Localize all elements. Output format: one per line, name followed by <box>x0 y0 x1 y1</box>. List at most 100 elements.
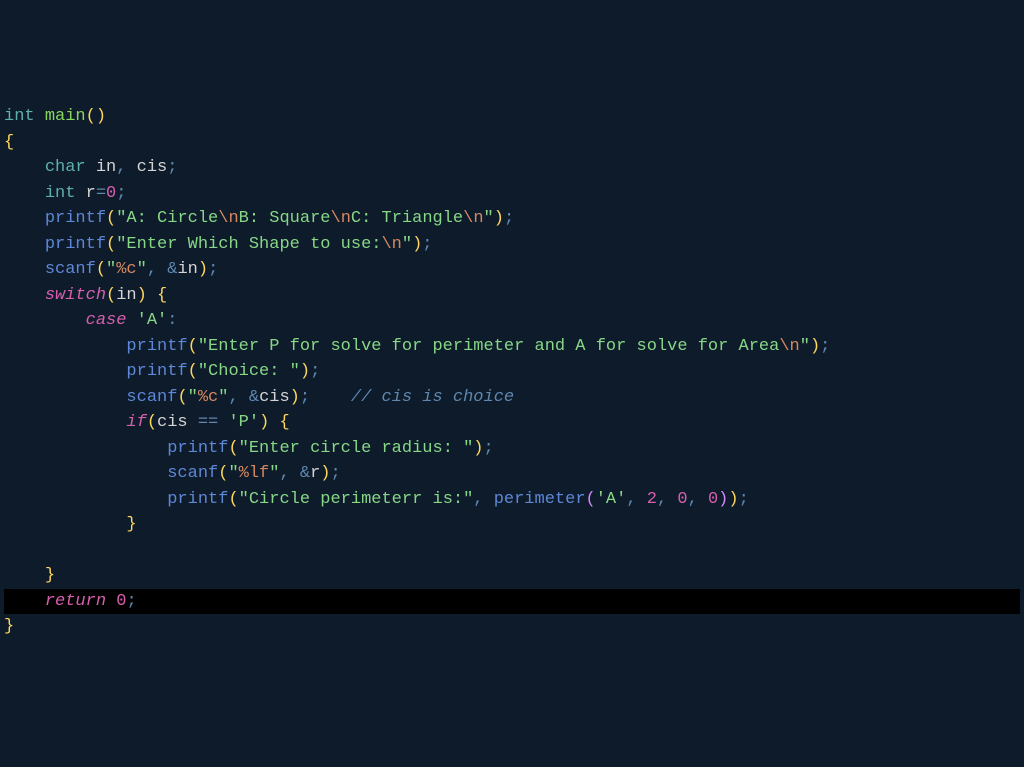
token-punct: ; <box>330 464 340 483</box>
token-punct: ; <box>504 209 514 228</box>
token-ident: in <box>177 260 197 279</box>
token-string: B: Square <box>239 209 331 228</box>
token-string: " <box>218 388 228 407</box>
code-line[interactable]: } <box>4 512 1020 538</box>
token-charlit: 'A' <box>596 490 627 509</box>
token-punct: ; <box>208 260 218 279</box>
token-fn-call: scanf <box>126 388 177 407</box>
code-line[interactable]: scanf("%c", &in); <box>4 257 1020 283</box>
token-paren: ) <box>473 439 483 458</box>
token-brace: { <box>4 133 14 152</box>
token-op: & <box>300 464 310 483</box>
token-paren: ( <box>96 260 106 279</box>
token-punct: , <box>228 388 248 407</box>
token-paren: () <box>86 107 106 126</box>
code-line[interactable]: if(cis == 'P') { <box>4 410 1020 436</box>
code-line[interactable]: switch(in) { <box>4 283 1020 309</box>
token-paren: ( <box>177 388 187 407</box>
token-string: " <box>188 388 198 407</box>
token-brace: } <box>126 515 136 534</box>
token-kw-control: return <box>45 592 106 611</box>
token-string: "Enter P for solve for perimeter and A f… <box>198 337 780 356</box>
code-line[interactable]: return 0; <box>4 589 1020 615</box>
code-line[interactable]: } <box>4 614 1020 640</box>
token-punct: ; <box>484 439 494 458</box>
token-fn-call: printf <box>167 439 228 458</box>
token-punct: : <box>167 311 177 330</box>
token-brace: } <box>4 617 14 636</box>
token-paren: ( <box>106 209 116 228</box>
token-kw-type: char <box>45 158 86 177</box>
token-escape: %c <box>116 260 136 279</box>
token-punct: ; <box>116 184 126 203</box>
token-kw-type: int <box>45 184 76 203</box>
token-ident: cis <box>157 413 188 432</box>
token-kw-type: int <box>4 107 35 126</box>
token-fn-main: main <box>45 107 86 126</box>
code-line[interactable] <box>4 538 1020 564</box>
token-string: "Circle perimeterr is:" <box>239 490 474 509</box>
token-paren: ) <box>412 235 422 254</box>
code-line[interactable]: printf("A: Circle\nB: Square\nC: Triangl… <box>4 206 1020 232</box>
token-paren: ( <box>147 413 157 432</box>
token-charlit: 'A' <box>137 311 168 330</box>
token-fn-call: scanf <box>45 260 96 279</box>
token-string: " <box>484 209 494 228</box>
token-punct: , <box>473 490 493 509</box>
token-fn-call: printf <box>45 209 106 228</box>
token-punct: ; <box>310 362 320 381</box>
token-paren: ( <box>228 490 238 509</box>
token-paren: ( <box>188 362 198 381</box>
token-op: = <box>96 184 106 203</box>
token-ident: cis <box>259 388 290 407</box>
token-punct: , <box>626 490 646 509</box>
token-number: 2 <box>647 490 657 509</box>
token-paren: ( <box>188 337 198 356</box>
token-escape: \n <box>381 235 401 254</box>
token-brace: { <box>279 413 289 432</box>
token-punct: , <box>279 464 299 483</box>
code-line[interactable]: case 'A': <box>4 308 1020 334</box>
token-paren: ( <box>228 439 238 458</box>
code-line[interactable]: printf("Enter Which Shape to use:\n"); <box>4 232 1020 258</box>
token-number: 0 <box>106 184 116 203</box>
code-line[interactable]: int r=0; <box>4 181 1020 207</box>
token-fn-call: printf <box>167 490 228 509</box>
token-paren: ) <box>259 413 269 432</box>
token-fn-call: printf <box>126 362 187 381</box>
code-line[interactable]: { <box>4 130 1020 156</box>
code-line[interactable]: } <box>4 563 1020 589</box>
token-paren: ) <box>728 490 738 509</box>
token-bracket: ( <box>586 490 596 509</box>
token-number: 0 <box>677 490 687 509</box>
token-brace: } <box>45 566 55 585</box>
token-fn-call: printf <box>126 337 187 356</box>
code-line[interactable]: printf("Enter P for solve for perimeter … <box>4 334 1020 360</box>
token-ident: in <box>116 286 136 305</box>
token-op: & <box>249 388 259 407</box>
token-escape: \n <box>218 209 238 228</box>
token-punct: , <box>657 490 677 509</box>
token-punct: ; <box>167 158 177 177</box>
code-line[interactable]: printf("Choice: "); <box>4 359 1020 385</box>
token-charlit: 'P' <box>228 413 259 432</box>
token-punct: , <box>116 158 136 177</box>
token-escape: \n <box>779 337 799 356</box>
token-string: "A: Circle <box>116 209 218 228</box>
token-string: "Choice: " <box>198 362 300 381</box>
code-line[interactable]: scanf("%c", &cis); // cis is choice <box>4 385 1020 411</box>
token-fn-call: perimeter <box>494 490 586 509</box>
token-ident: r <box>310 464 320 483</box>
code-editor[interactable]: int main() { char in, cis; int r=0; prin… <box>4 104 1020 640</box>
token-paren: ( <box>218 464 228 483</box>
code-line[interactable]: printf("Enter circle radius: "); <box>4 436 1020 462</box>
token-paren: ) <box>494 209 504 228</box>
token-number: 0 <box>708 490 718 509</box>
code-line[interactable]: char in, cis; <box>4 155 1020 181</box>
code-line[interactable]: int main() <box>4 104 1020 130</box>
token-string: "Enter circle radius: " <box>239 439 474 458</box>
token-punct: ; <box>820 337 830 356</box>
code-line[interactable]: printf("Circle perimeterr is:", perimete… <box>4 487 1020 513</box>
token-string: " <box>106 260 116 279</box>
code-line[interactable]: scanf("%lf", &r); <box>4 461 1020 487</box>
